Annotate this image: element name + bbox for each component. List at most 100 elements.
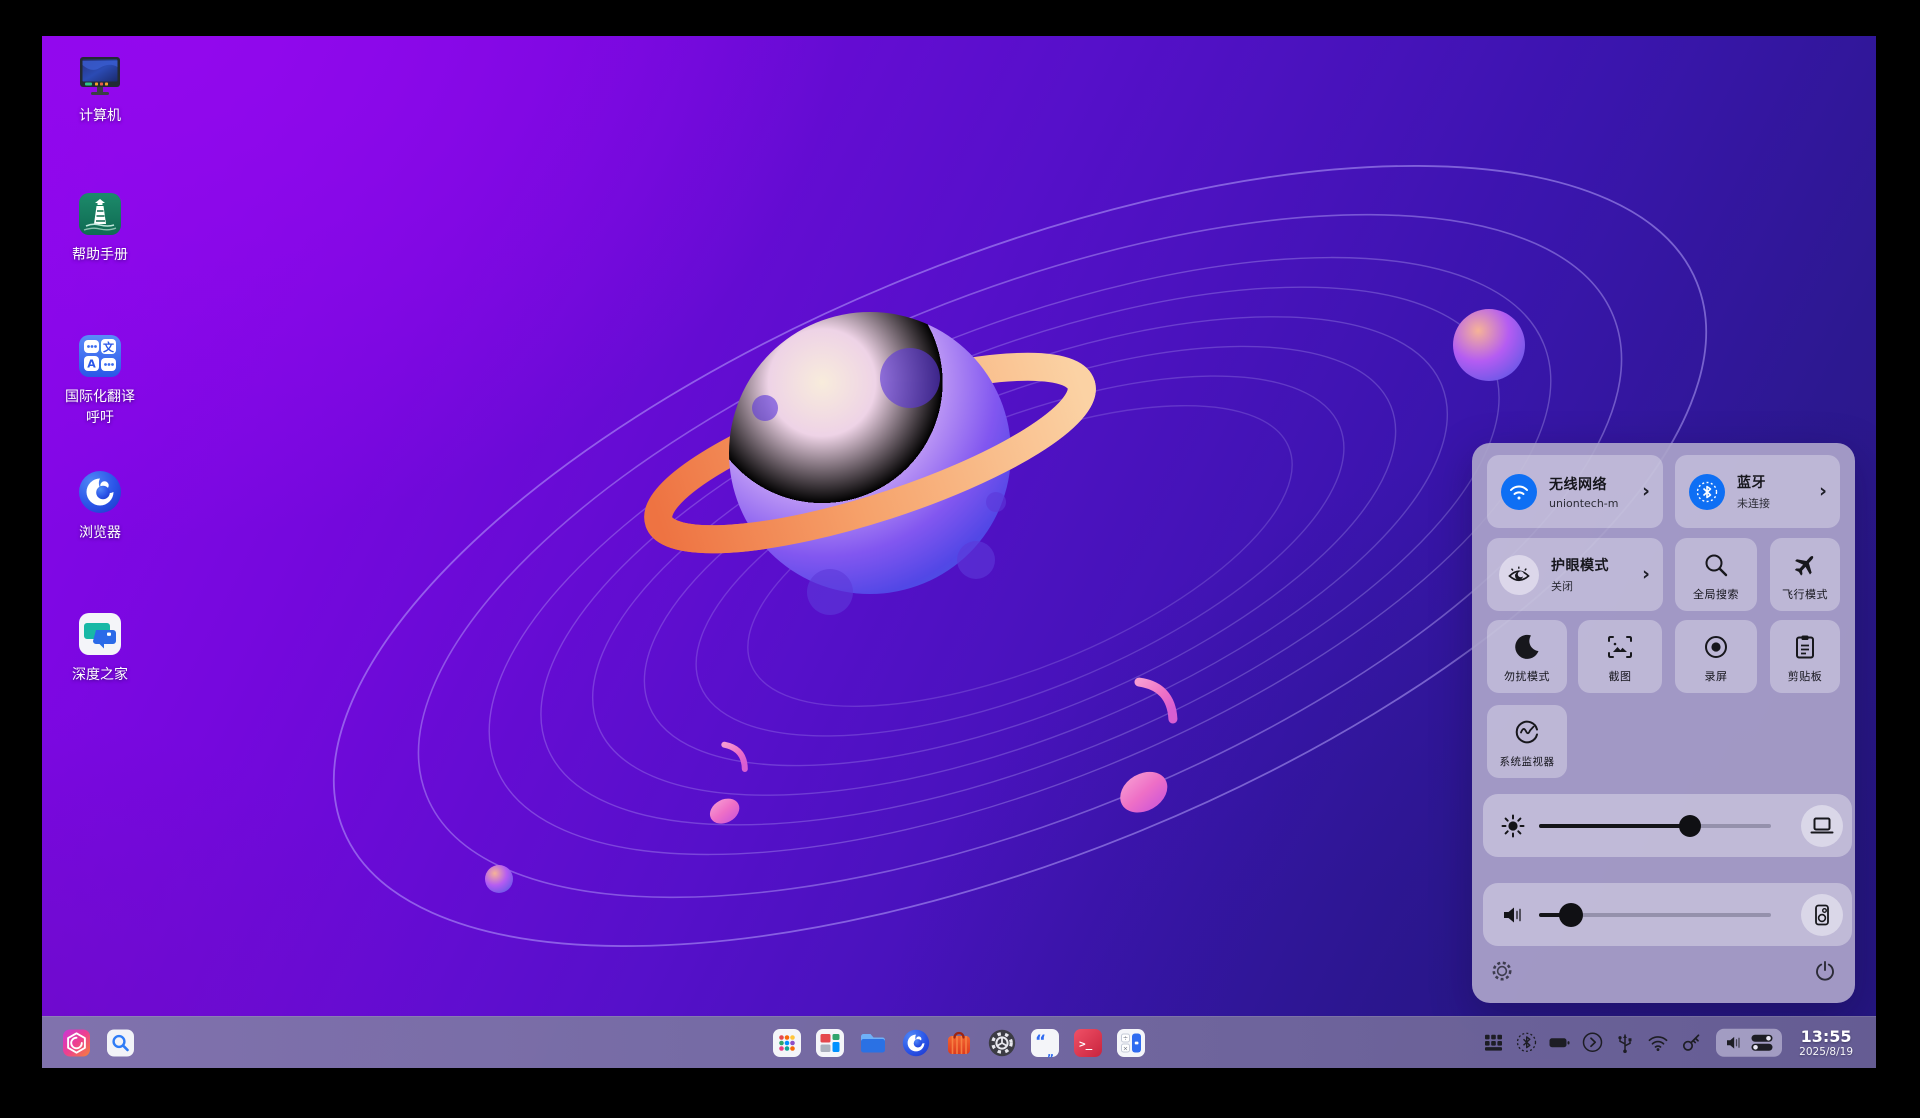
svg-text:A: A: [87, 358, 96, 371]
system-tray: 13:55 2025/8/19: [1482, 1026, 1853, 1058]
screen-record-tile[interactable]: 录屏: [1675, 620, 1757, 693]
svg-text:÷: ÷: [1123, 1034, 1128, 1042]
chevron-right-icon[interactable]: ›: [1819, 480, 1827, 502]
desktop-icon-help-manual[interactable]: 帮助手册: [44, 190, 156, 266]
battery-icon[interactable]: [1548, 1031, 1570, 1053]
volume-knob[interactable]: [1559, 902, 1584, 927]
dnd-mode-label: 勿扰模式: [1504, 670, 1550, 683]
desktop-icon-label: 深度之家: [72, 667, 128, 683]
wifi-tile[interactable]: 无线网络 uniontech-m ›: [1487, 455, 1663, 528]
svg-text:“: “: [1035, 1032, 1046, 1052]
multitasking-view-icon[interactable]: [815, 1028, 845, 1058]
help-manual-icon: [79, 193, 121, 235]
eye-protection-tile[interactable]: 护眼模式 关闭 ›: [1487, 538, 1663, 611]
music-note-large: [1120, 677, 1178, 813]
svg-text:>_: >_: [1079, 1037, 1093, 1050]
all-apps-grid-icon[interactable]: [772, 1028, 802, 1058]
grand-search-button[interactable]: [106, 1028, 135, 1057]
desktop-icon-label: 帮助手册: [72, 247, 128, 263]
voice-notes-icon[interactable]: “ „: [1030, 1028, 1060, 1058]
brightness-knob[interactable]: [1678, 814, 1701, 837]
screenshot-icon: [1605, 631, 1635, 663]
speaker-box-icon: [1815, 904, 1829, 925]
desktop-icon-deepin-home[interactable]: 深度之家: [44, 610, 156, 686]
brightness-fill: [1539, 823, 1690, 828]
speaker-tray-icon: [1727, 1036, 1740, 1049]
taskbar: “ „ >_ ÷ × 13:55 2025/8/19: [42, 1016, 1876, 1068]
sun-icon: [1501, 814, 1525, 837]
desktop-icon-label: 计算机: [79, 108, 121, 124]
saturn-planet: [644, 312, 1096, 615]
bluetooth-title: 蓝牙: [1737, 475, 1766, 491]
keyring-icon[interactable]: [1680, 1031, 1702, 1053]
control-center-footer: [1472, 953, 1855, 989]
calculator-icon[interactable]: ÷ ×: [1116, 1028, 1146, 1058]
bluetooth-tile[interactable]: 蓝牙 未连接 ›: [1675, 455, 1840, 528]
clipboard-tile[interactable]: 剪贴板: [1770, 620, 1840, 693]
svg-text:„: „: [1047, 1046, 1054, 1058]
sound-settings-group[interactable]: [1716, 1028, 1783, 1057]
app-store-icon[interactable]: [944, 1028, 974, 1058]
usb-icon[interactable]: [1614, 1031, 1636, 1053]
control-center-panel: 无线网络 uniontech-m › 蓝牙 未连接 › 护眼模式 关闭 › 全局…: [1472, 443, 1855, 1003]
bluetooth-status: 未连接: [1737, 497, 1770, 510]
clipboard-label: 剪贴板: [1787, 670, 1823, 683]
volume-row: [1483, 883, 1852, 946]
chevron-right-icon[interactable]: ›: [1642, 480, 1650, 502]
display-device-button[interactable]: [1801, 804, 1843, 847]
speaker-icon: [1504, 907, 1521, 922]
clock-time: 13:55: [1800, 1026, 1852, 1046]
power-icon: [1816, 961, 1834, 981]
clipboard-icon: [1790, 631, 1820, 663]
onboard-keyboard-icon[interactable]: [1482, 1031, 1504, 1053]
wifi-network-name: uniontech-m: [1549, 496, 1619, 510]
deepin-home-icon: [79, 613, 121, 655]
svg-text:文: 文: [103, 340, 115, 354]
desktop-icon-translator[interactable]: 文 A 国际化翻译呼吁: [44, 332, 156, 429]
eye-protection-status: 关闭: [1551, 580, 1573, 593]
clock[interactable]: 13:55 2025/8/19: [1799, 1026, 1853, 1057]
settings-icon: [1492, 961, 1512, 981]
browser-icon: [79, 471, 121, 513]
terminal-icon[interactable]: >_: [1073, 1028, 1103, 1058]
wifi-title: 无线网络: [1549, 476, 1607, 493]
audio-device-button[interactable]: [1801, 893, 1843, 936]
global-search-label: 全局搜索: [1693, 588, 1739, 601]
file-manager-icon[interactable]: [858, 1028, 888, 1058]
translator-icon: 文 A: [79, 335, 121, 377]
settings-button[interactable]: [1484, 953, 1520, 989]
moon-icon: [1512, 631, 1542, 663]
bluetooth-tray-icon[interactable]: [1515, 1031, 1537, 1053]
search-icon: [1701, 549, 1731, 581]
global-search-tile[interactable]: 全局搜索: [1675, 538, 1757, 611]
expand-chevron-icon[interactable]: [1581, 1031, 1603, 1053]
desktop-icon-label: 浏览器: [79, 525, 121, 541]
wifi-icon: [1501, 473, 1537, 510]
launcher-button[interactable]: [62, 1028, 91, 1057]
airplane-mode-tile[interactable]: 飞行模式: [1770, 538, 1840, 611]
screenshot-tile[interactable]: 截图: [1578, 620, 1662, 693]
desktop-icon-computer[interactable]: 计算机: [44, 51, 156, 127]
computer-icon: [80, 57, 120, 95]
screenshot-label: 截图: [1608, 670, 1632, 683]
desktop-icon-browser[interactable]: 浏览器: [44, 468, 156, 544]
brightness-slider[interactable]: [1539, 814, 1771, 837]
wifi-tray-icon[interactable]: [1647, 1031, 1669, 1053]
system-monitor-tile[interactable]: 系统监视器: [1487, 705, 1567, 778]
record-icon: [1701, 631, 1731, 663]
power-button[interactable]: [1807, 953, 1843, 989]
small-planet: [1453, 309, 1525, 381]
volume-slider[interactable]: [1539, 902, 1771, 927]
eye-icon: [1499, 554, 1539, 595]
screen-record-label: 录屏: [1704, 670, 1728, 683]
svg-text:×: ×: [1123, 1044, 1128, 1052]
desktop-icon-label: 国际化翻译呼吁: [65, 389, 135, 426]
browser-dock-icon[interactable]: [901, 1028, 931, 1058]
dnd-mode-tile[interactable]: 勿扰模式: [1487, 620, 1567, 693]
chevron-right-icon[interactable]: ›: [1642, 563, 1650, 585]
control-center-gear-icon[interactable]: [987, 1028, 1017, 1058]
laptop-icon: [1810, 817, 1834, 833]
toggles-icon: [1751, 1034, 1773, 1051]
brightness-row: [1483, 794, 1852, 857]
music-note-small: [709, 741, 748, 824]
